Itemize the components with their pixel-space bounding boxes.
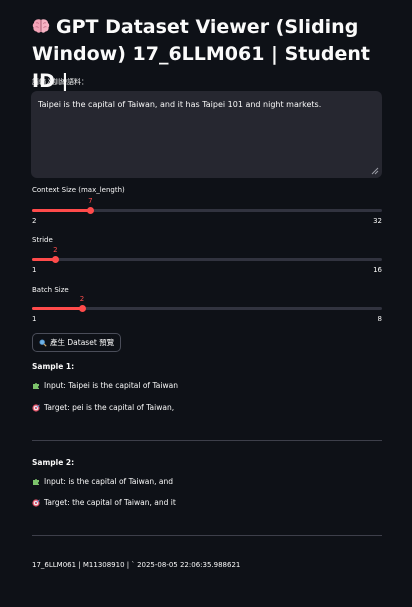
slider-fill [32, 209, 91, 212]
magnifier-icon [39, 339, 47, 347]
target-icon [32, 403, 40, 412]
slider-max: 16 [373, 266, 382, 274]
stride-label: Stride [32, 236, 53, 244]
sample-target-line: Target: pei is the capital of Taiwan, [32, 403, 174, 412]
sample-input-line: Input: is the capital of Taiwan, and [32, 477, 173, 486]
sample-target-text: Target: pei is the capital of Taiwan, [44, 403, 175, 412]
slider-min: 1 [32, 315, 37, 323]
slider-value: 7 [88, 197, 93, 205]
brain-icon [32, 19, 50, 33]
corpus-textarea[interactable]: Taipei is the capital of Taiwan, and it … [31, 91, 382, 178]
sample-target-line: Target: the capital of Taiwan, and it [32, 498, 176, 507]
slider-fill [32, 307, 82, 310]
sample-input-text: Input: is the capital of Taiwan, and [44, 477, 173, 486]
batch-size-slider[interactable]: 2 1 8 [32, 294, 382, 324]
generate-dataset-button[interactable]: 產生 Dataset 預覽 [32, 333, 122, 352]
slider-thumb[interactable] [78, 305, 86, 312]
sample-input-line: Input: Taipei is the capital of Taiwan [32, 381, 178, 390]
divider [32, 535, 382, 536]
sample-heading: Sample 1: [32, 362, 75, 371]
slider-max: 8 [377, 315, 382, 323]
slider-thumb[interactable] [51, 256, 59, 263]
slider-thumb[interactable] [86, 207, 94, 214]
stride-slider[interactable]: 2 1 16 [32, 245, 382, 275]
puzzle-icon [33, 382, 39, 389]
context-size-label: Context Size (max_length) [32, 186, 125, 194]
slider-min: 2 [32, 217, 37, 225]
input-label: 請輸入訓練語料： [32, 78, 88, 86]
slider-min: 1 [32, 266, 37, 274]
slider-max: 32 [373, 217, 382, 225]
puzzle-icon [33, 478, 39, 485]
footer-text: 17_6LLM061 | M11308910 | ` 2025-08-05 22… [32, 561, 241, 569]
resize-handle-icon[interactable] [371, 167, 379, 175]
divider [32, 440, 382, 441]
slider-track [32, 258, 382, 261]
slider-value: 2 [53, 246, 58, 254]
app-main: GPT Dataset Viewer (Sliding Window) 17_6… [0, 0, 412, 607]
corpus-text: Taipei is the capital of Taiwan, and it … [38, 100, 322, 109]
context-size-slider[interactable]: 7 2 32 [32, 196, 382, 226]
batch-size-label: Batch Size [32, 286, 69, 294]
sample-input-text: Input: Taipei is the capital of Taiwan [44, 381, 178, 390]
slider-value: 2 [79, 295, 85, 303]
sample-heading: Sample 2: [32, 458, 75, 467]
target-icon [32, 498, 40, 507]
sample-target-text: Target: the capital of Taiwan, and it [44, 498, 176, 507]
generate-dataset-label: 產生 Dataset 預覽 [50, 338, 115, 347]
